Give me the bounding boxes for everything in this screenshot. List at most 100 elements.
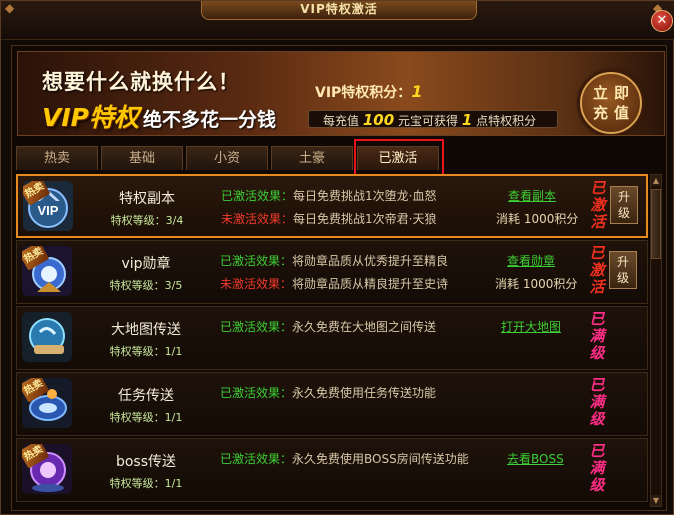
upgrade-button[interactable]: 升级 xyxy=(609,251,637,289)
activated-effect: 已激活效果：永久免费使用任务传送功能 xyxy=(220,384,436,401)
stamp-char: 满 xyxy=(589,459,605,477)
activated-effect-text: 永久免费使用任务传送功能 xyxy=(292,386,437,400)
cost-label: 消耗 1000积分 xyxy=(495,277,578,291)
view-dungeon-link[interactable]: 查看副本 xyxy=(508,187,556,204)
activated-effect: 已激活效果：永久免费使用BOSS房间传送功能 xyxy=(220,450,469,467)
privilege-row-map-teleport[interactable]: 大地图传送 特权等级：1/1 已激活效果：永久免费在大地图之间传送 打开大地图 … xyxy=(16,306,648,370)
points-label: VIP特权积分： xyxy=(315,85,412,101)
svg-text:VIP: VIP xyxy=(38,203,59,218)
privilege-row-dungeon[interactable]: VIP 热卖 特权副本 特权等级：3/4 已激活效果：每日免费挑战1次堕龙·血怒… xyxy=(16,174,648,238)
privilege-name: 大地图传送 xyxy=(111,322,181,338)
maxed-stamp: 已 满 级 xyxy=(589,311,605,362)
scroll-down-icon[interactable]: ▼ xyxy=(651,495,661,506)
slogan-top: 想要什么就换什么！ xyxy=(42,70,240,94)
stamp-char: 满 xyxy=(589,393,605,411)
stamp-char: 级 xyxy=(589,476,605,494)
rate-prefix: 每充值 xyxy=(323,114,360,128)
activated-effect-text: 将勋章品质从优秀提升至精良 xyxy=(292,254,449,268)
activated-stamp: 已 激 活 xyxy=(589,245,605,296)
vip-privilege-word: VIP特权 xyxy=(42,103,139,132)
activated-effect-label: 已激活效果： xyxy=(221,189,294,203)
rate-amount: 100 xyxy=(362,111,395,129)
privilege-level: 特权等级：1/1 xyxy=(109,411,183,424)
stamp-char: 已 xyxy=(589,442,605,460)
privilege-name: 任务传送 xyxy=(118,388,174,404)
tab-petite[interactable]: 小资 xyxy=(186,146,268,170)
stamp-char: 活 xyxy=(589,278,605,296)
medal-icon: 热卖 xyxy=(22,246,72,296)
recharge-label-line2: 充值 xyxy=(592,104,635,122)
stamp-char: 满 xyxy=(589,327,605,345)
inactive-effect: 未激活效果：将勋章品质从精良提升至史诗 xyxy=(220,275,448,292)
window-title: VIP特权激活 xyxy=(201,1,477,20)
inactive-effect-label: 未激活效果： xyxy=(220,277,293,291)
vip-points: VIP特权积分：1 xyxy=(315,82,422,102)
tab-basic[interactable]: 基础 xyxy=(101,146,183,170)
activated-effect-label: 已激活效果： xyxy=(220,320,293,334)
view-medal-link[interactable]: 查看勋章 xyxy=(507,252,555,269)
privilege-level: 特权等级：1/1 xyxy=(109,477,183,490)
privilege-name: 特权副本 xyxy=(119,191,175,207)
activated-effect-label: 已激活效果： xyxy=(220,386,293,400)
privilege-list: VIP 热卖 特权副本 特权等级：3/4 已激活效果：每日免费挑战1次堕龙·血怒… xyxy=(16,174,648,507)
portal-icon: 热卖 xyxy=(22,378,72,428)
tab-tycoon[interactable]: 土豪 xyxy=(271,146,353,170)
privilege-row-boss-teleport[interactable]: 热卖 boss传送 特权等级：1/1 已激活效果：永久免费使用BOSS房间传送功… xyxy=(16,438,648,502)
recharge-rate-info: 每充值 100 元宝可获得 1 点特权积分 xyxy=(308,110,558,129)
inactive-effect-text: 每日免费挑战1次帝君·天狼 xyxy=(293,212,437,226)
activated-stamp: 已 激 活 xyxy=(590,180,606,231)
activated-effect: 已激活效果：将勋章品质从优秀提升至精良 xyxy=(220,252,448,269)
open-map-link[interactable]: 打开大地图 xyxy=(501,318,561,335)
content-panel: 想要什么就换什么！ VIP特权 绝不多花一分钱 VIP特权积分：1 每充值 100… xyxy=(11,45,667,511)
boss-orb-icon: 热卖 xyxy=(22,444,72,494)
recharge-now-button[interactable]: 立即 充值 xyxy=(580,72,642,134)
tagline: 绝不多花一分钱 xyxy=(142,109,276,131)
stamp-char: 已 xyxy=(590,179,606,197)
stamp-char: 已 xyxy=(589,310,605,328)
privilege-row-quest-teleport[interactable]: 热卖 任务传送 特权等级：1/1 已激活效果：永久免费使用任务传送功能 已 满 … xyxy=(16,372,648,436)
scroll-thumb[interactable] xyxy=(651,189,661,259)
stamp-char: 活 xyxy=(590,213,606,231)
activated-effect-label: 已激活效果： xyxy=(220,452,293,466)
close-button[interactable]: ✕ xyxy=(651,10,673,32)
privilege-name: vip勋章 xyxy=(121,256,171,272)
activated-effect-text: 永久免费在大地图之间传送 xyxy=(292,320,437,334)
promo-banner: 想要什么就换什么！ VIP特权 绝不多花一分钱 VIP特权积分：1 每充值 100… xyxy=(17,51,665,136)
privilege-row-medal[interactable]: 热卖 vip勋章 特权等级：3/5 已激活效果：将勋章品质从优秀提升至精良 未激… xyxy=(16,240,648,304)
inactive-effect-label: 未激活效果： xyxy=(221,212,294,226)
points-value: 1 xyxy=(411,82,423,101)
view-boss-link[interactable]: 去看BOSS xyxy=(507,450,564,467)
recharge-label-line1: 立即 xyxy=(592,84,635,102)
tab-activated[interactable]: 已激活 xyxy=(357,146,439,170)
upgrade-label: 升 xyxy=(617,190,630,204)
maxed-stamp: 已 满 级 xyxy=(589,443,605,494)
cost-label: 消耗 1000积分 xyxy=(496,212,579,226)
upgrade-button[interactable]: 升级 xyxy=(610,186,638,224)
rate-suffix: 点特权积分 xyxy=(476,114,537,128)
rate-middle: 元宝可获得 xyxy=(397,114,458,128)
maxed-stamp: 已 满 级 xyxy=(589,377,605,428)
privilege-level: 特权等级：1/1 xyxy=(109,345,183,358)
stamp-char: 级 xyxy=(589,410,605,428)
map-scroll-icon xyxy=(22,312,72,362)
privilege-level: 特权等级：3/5 xyxy=(109,279,183,292)
activated-effect-text: 每日免费挑战1次堕龙·血怒 xyxy=(293,189,437,203)
activated-effect-label: 已激活效果： xyxy=(220,254,293,268)
banner-slogan: 想要什么就换什么！ VIP特权 绝不多花一分钱 xyxy=(42,66,276,134)
inactive-effect-text: 将勋章品质从精良提升至史诗 xyxy=(292,277,449,291)
upgrade-label: 级 xyxy=(617,206,630,220)
activated-effect-text: 永久免费使用BOSS房间传送功能 xyxy=(292,452,469,466)
rate-points: 1 xyxy=(461,111,473,129)
privilege-level: 特权等级：3/4 xyxy=(110,214,184,227)
stamp-char: 激 xyxy=(589,261,605,279)
upgrade-label: 升 xyxy=(616,255,629,269)
inactive-effect: 未激活效果：每日免费挑战1次帝君·天狼 xyxy=(221,210,436,227)
list-scrollbar[interactable]: ▲ ▼ xyxy=(650,174,662,507)
corner-ornament-left-icon: ◆ xyxy=(5,1,15,15)
stamp-char: 已 xyxy=(589,244,605,262)
scroll-up-icon[interactable]: ▲ xyxy=(651,175,661,186)
stamp-char: 级 xyxy=(589,344,605,362)
vip-privilege-window: ◆ VIP特权激活 ◆ ✕ 想要什么就换什么！ VIP特权 绝不多花一分钱 VIP… xyxy=(0,0,674,515)
tab-hot[interactable]: 热卖 xyxy=(16,146,98,170)
vip-crest-icon: VIP 热卖 xyxy=(23,181,73,231)
